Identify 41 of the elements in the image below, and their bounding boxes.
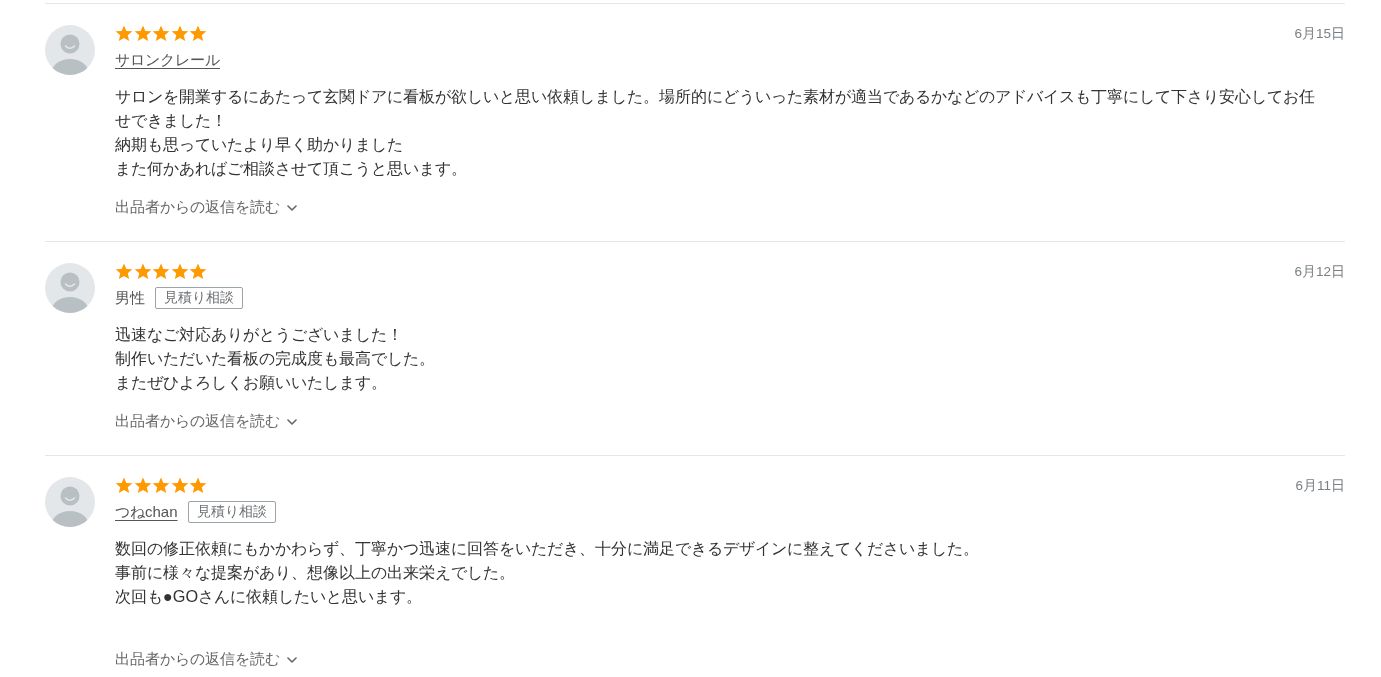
star-icon	[115, 262, 133, 280]
star-icon	[133, 24, 152, 42]
review-text: またぜひよろしくお願いいたします。	[115, 372, 388, 393]
read-reply-link[interactable]: 出品者からの返信を読む	[115, 649, 297, 669]
chevron-icon	[287, 205, 297, 211]
star-icon	[133, 262, 152, 280]
review-text: 迅速なご対応ありがとうございました！	[115, 324, 404, 345]
read-reply-link[interactable]: 出品者からの返信を読む	[115, 411, 297, 431]
chevron-icon	[287, 657, 297, 663]
review-text: また何かあればご相談させて頂こうと思います。	[115, 158, 468, 179]
star-icon	[189, 24, 207, 42]
star-icon	[189, 476, 207, 494]
review-date: 6月12日	[1294, 263, 1345, 281]
star-icon	[133, 476, 152, 494]
category-tag: 見積り相談	[187, 501, 276, 523]
reviewer-name: 男性	[115, 288, 145, 308]
star-icon	[189, 262, 207, 280]
reviewer-link[interactable]: つねchan	[115, 502, 178, 522]
review-date: 6月11日	[1295, 477, 1345, 495]
review-text: 数回の修正依頼にもかかわらず、丁寧かつ迅速に回答をいただき、十分に満足できるデザインに整えてくださいました。	[115, 538, 980, 559]
avatar-silhouette-icon	[45, 263, 95, 313]
star-icon	[152, 24, 170, 42]
review-text: 制作いただいた看板の完成度も最高でした。	[115, 348, 436, 369]
star-icon	[152, 476, 170, 494]
review-text: 次回も●GOさんに依頼したいと思います。	[115, 586, 424, 607]
review-text: 納期も思っていたより早く助かりました	[115, 134, 404, 155]
review-date: 6月15日	[1294, 25, 1345, 43]
read-reply-link[interactable]: 出品者からの返信を読む	[115, 197, 297, 217]
star-icon	[115, 24, 133, 42]
star-icon	[170, 24, 189, 42]
avatar-silhouette-icon	[45, 25, 95, 75]
star-icon	[115, 476, 133, 494]
star-icon	[170, 476, 189, 494]
review-text: 事前に様々な提案があり、想像以上の出来栄えでした。	[115, 562, 516, 583]
review-text: サロンを開業するにあたって玄関ドアに看板が欲しいと思い依頼しました。場所的にどういった素材が適当であるかなどのアドバイスも丁寧にして下さり安心してお任せできました！	[115, 86, 1316, 131]
reviewer-link[interactable]: サロンクレール	[115, 50, 220, 70]
star-icon	[152, 262, 170, 280]
category-tag: 見積り相談	[155, 287, 243, 309]
avatar-silhouette-icon	[45, 477, 95, 527]
star-icon	[170, 262, 189, 280]
chevron-icon	[287, 419, 297, 425]
